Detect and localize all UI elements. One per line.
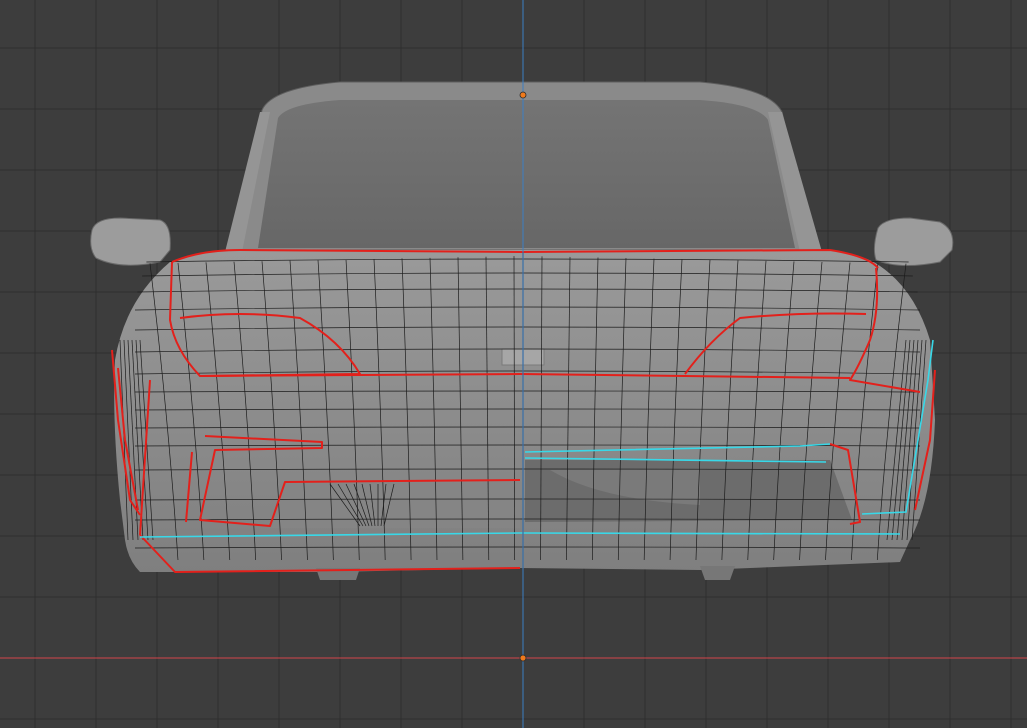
intake-inner-left	[272, 482, 520, 528]
viewport-canvas[interactable]	[0, 0, 1027, 728]
windshield	[258, 100, 795, 248]
origin-point-icon[interactable]	[519, 91, 527, 99]
3d-viewport[interactable]	[0, 0, 1027, 728]
mirror-right	[873, 217, 954, 267]
cursor-origin-icon[interactable]	[519, 654, 527, 662]
tire-right	[700, 566, 735, 580]
mirror-left	[90, 217, 171, 266]
